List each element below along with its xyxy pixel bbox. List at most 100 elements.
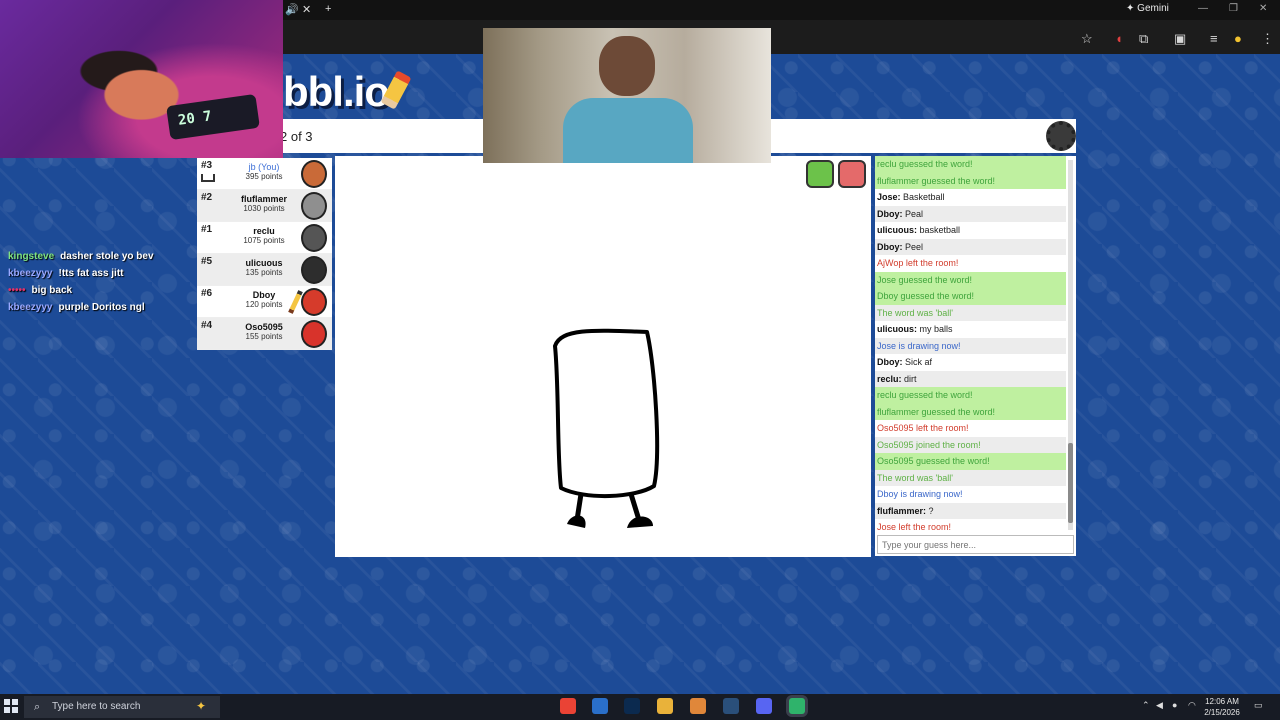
new-tab-icon[interactable]: + <box>325 3 331 15</box>
file-explorer-icon[interactable] <box>657 698 673 714</box>
restore-icon[interactable]: ❐ <box>1229 3 1238 14</box>
chat-message: reclu: dirt <box>875 370 1066 387</box>
chat-message: Dboy: Sick af <box>875 354 1066 371</box>
player-name: fluflammer <box>240 194 287 204</box>
bookmark-star-icon[interactable]: ☆ <box>1081 31 1093 47</box>
mic-icon[interactable]: ● <box>1172 700 1177 710</box>
menu-icon[interactable]: ⋮ <box>1261 31 1274 47</box>
chat-text: The word was 'ball' <box>877 472 953 483</box>
chat-message: Dboy: Peel <box>875 238 1066 255</box>
player-name: Oso5095 <box>245 322 283 332</box>
chrome-icon[interactable] <box>560 698 576 714</box>
sidebar-icon[interactable]: ▣ <box>1174 31 1186 47</box>
chat-text: Peal <box>905 208 924 219</box>
chat-user: Dboy: <box>877 208 903 219</box>
chat-text: ? <box>928 505 934 516</box>
stream-chat-line: kingsteve dasher stole yo bev <box>8 251 208 268</box>
player-row[interactable]: #4 Oso5095 155 points <box>197 318 332 350</box>
player-row[interactable]: #6 Dboy 120 points <box>197 286 332 318</box>
wifi-icon[interactable]: ◠ <box>1188 700 1196 711</box>
gemini-label: Gemini <box>1137 3 1169 14</box>
taskbar-search[interactable]: ⌕ Type here to search ✦ <box>24 696 220 718</box>
game-icon[interactable] <box>789 698 805 714</box>
player-row[interactable]: #5 ulicuous 135 points <box>197 254 332 286</box>
player-name: ulicuous <box>245 258 283 268</box>
player-avatar <box>301 224 327 252</box>
chat-text: Dboy is drawing now! <box>877 489 963 499</box>
close-icon[interactable]: ✕ <box>1259 3 1267 14</box>
chat-scroll-thumb[interactable] <box>1068 443 1073 523</box>
chat-panel: reclu guessed the word! fluflammer guesse… <box>875 156 1076 556</box>
profile-avatar[interactable]: ● <box>1234 31 1242 46</box>
chat-text: Jose is drawing now! <box>877 340 961 351</box>
chat-text: AjWop left the room! <box>877 258 959 268</box>
copilot-sparkle-icon: ✦ <box>196 699 207 713</box>
player-row[interactable]: #2 fluflammer 1030 points <box>197 190 332 222</box>
player-row[interactable]: #3 jb (You) 395 points <box>197 158 332 190</box>
player-points: 395 points <box>245 172 283 181</box>
settings-gear-icon[interactable] <box>1046 121 1076 151</box>
stream-chat-user: ••••• <box>8 285 26 296</box>
chat-user: fluflammer: <box>877 505 927 516</box>
taskbar-clock[interactable]: 12:06 AM 2/15/2026 <box>1198 696 1246 718</box>
photoshop-icon[interactable] <box>624 698 640 714</box>
paint-icon[interactable] <box>690 698 706 714</box>
chevron-up-icon[interactable]: ⌃ <box>1142 700 1150 711</box>
player-avatar <box>301 192 327 220</box>
player-row[interactable]: #1 reclu 1075 points <box>197 222 332 254</box>
chat-user: Dboy: <box>877 241 903 252</box>
notifications-icon[interactable]: ▭ <box>1254 700 1263 711</box>
chat-message: Dboy: Peal <box>875 205 1066 222</box>
chat-text: Peel <box>905 241 924 252</box>
video-clip-overlay <box>483 28 771 163</box>
media-icon[interactable]: ≡ <box>1210 31 1218 46</box>
stream-chat-user: kbeezyyy <box>8 302 53 313</box>
thumbs-down-icon[interactable] <box>838 160 866 188</box>
volume-icon[interactable]: ◀ <box>1156 700 1163 711</box>
screen: 🔊 ✕ + ✦ Gemini — ❐ ✕ ☆ ◖ ⧉ ▣ ≡ ● ⋮ bbl.i… <box>0 0 1280 720</box>
player-points: 1075 points <box>243 236 285 245</box>
chat-text: Dboy guessed the word! <box>877 291 975 301</box>
round-indicator: 2 of 3 <box>280 129 313 144</box>
discord-icon[interactable] <box>756 698 772 714</box>
player-list: #3 jb (You) 395 points #2 fluflammer 1030 poi… <box>197 158 332 350</box>
close-tab-icon[interactable]: ✕ <box>302 3 311 16</box>
browser-toolbar <box>283 20 1280 54</box>
extension-icon[interactable]: ◖ <box>1115 31 1123 46</box>
speaker-icon[interactable]: 🔊 <box>285 3 299 16</box>
chat-message: fluflammer: ? <box>875 502 1066 519</box>
player-name: jb (You) <box>248 162 280 172</box>
chat-message: Oso5095 joined the room! <box>875 436 1066 453</box>
chat-message: Dboy is drawing now! <box>875 486 1066 503</box>
player-avatar <box>301 320 327 348</box>
chat-text: fluflammer guessed the word! <box>877 406 996 417</box>
stream-chat-user: kingsteve <box>8 251 55 262</box>
taskbar: ⌕ Type here to search ✦ ⌃ ◀ ● ◠ 12:06 AM… <box>0 694 1280 720</box>
guess-input[interactable] <box>877 535 1074 554</box>
chat-message: fluflammer guessed the word! <box>875 172 1066 189</box>
crown-icon <box>201 174 215 182</box>
player-avatar <box>301 256 327 284</box>
chat-message: fluflammer guessed the word! <box>875 403 1066 420</box>
chat-text: Oso5095 guessed the word! <box>877 456 990 466</box>
windows-start-icon[interactable] <box>4 699 19 714</box>
extensions-icon[interactable]: ⧉ <box>1139 31 1148 47</box>
player-avatar <box>301 160 327 188</box>
steam-icon[interactable] <box>723 698 739 714</box>
chat-text: my balls <box>919 324 953 334</box>
chat-message: Jose guessed the word! <box>875 271 1066 288</box>
chat-message: The word was 'ball' <box>875 304 1066 321</box>
gemini-button[interactable]: ✦ Gemini <box>1126 3 1169 14</box>
stream-chat-line: kbeezyyy purple Doritos ngl <box>8 302 208 319</box>
chat-user: reclu: <box>877 373 902 384</box>
chat-messages: reclu guessed the word! fluflammer guesse… <box>875 156 1066 534</box>
chat-message: reclu guessed the word! <box>875 387 1066 404</box>
minimize-icon[interactable]: — <box>1198 3 1208 14</box>
thumbs-up-icon[interactable] <box>806 160 834 188</box>
stream-chat-text: dasher stole yo bev <box>60 251 154 262</box>
chat-message: Jose left the room! <box>875 519 1066 534</box>
search-placeholder: Type here to search <box>52 701 141 712</box>
vs-icon[interactable] <box>592 698 608 714</box>
drawing-canvas[interactable] <box>335 156 871 557</box>
player-rank: #1 <box>201 224 213 235</box>
